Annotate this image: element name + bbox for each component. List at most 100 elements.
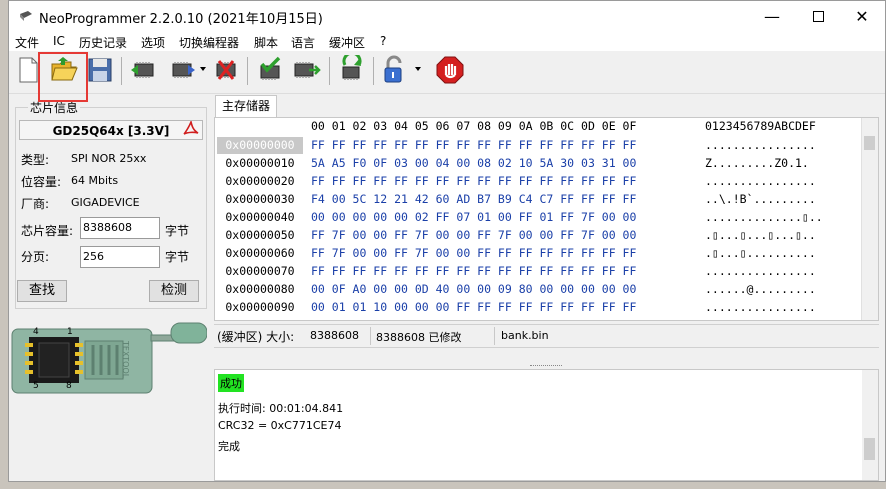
- hex-address: 0x00000070: [225, 264, 295, 278]
- hex-bytes[interactable]: 00 00 00 00 00 02 FF 07 01 00 FF 01 FF 7…: [311, 209, 636, 226]
- stop-icon[interactable]: [435, 55, 465, 85]
- log-crc: CRC32 = 0xC771CE74: [218, 419, 342, 432]
- page-size-field[interactable]: 256: [80, 246, 160, 268]
- capacity-label: 芯片容量:: [21, 224, 74, 238]
- log-output: 成功 执行时间: 00:01:04.841 CRC32 = 0xC771CE74…: [214, 369, 879, 481]
- hex-ascii[interactable]: ..\.!B`.........: [705, 191, 816, 208]
- menu-help[interactable]: ?: [380, 34, 386, 48]
- socket-image: [11, 322, 207, 394]
- hex-bytes[interactable]: FF FF FF FF FF FF FF FF FF FF FF FF FF F…: [311, 173, 636, 190]
- hex-ascii[interactable]: ................: [705, 137, 816, 154]
- title-bar: NeoProgrammer 2.2.0.10 (2021年10月15日) — ✕: [9, 1, 885, 32]
- chip-name: GD25Q64x [3.3V]: [19, 120, 203, 140]
- maximize-button[interactable]: [795, 1, 841, 32]
- menu-file[interactable]: 文件: [15, 34, 39, 51]
- hex-address: 0x00000030: [225, 192, 295, 206]
- hex-bytes[interactable]: FF 7F 00 00 FF 7F 00 00 FF FF FF FF FF F…: [311, 245, 636, 262]
- hex-ascii[interactable]: ................: [705, 263, 816, 280]
- vendor-label: 厂商:: [21, 197, 50, 211]
- capacity-field[interactable]: 8388608: [80, 217, 160, 239]
- close-icon: ✕: [855, 7, 869, 26]
- save-icon[interactable]: [85, 55, 115, 85]
- auto-icon[interactable]: [337, 55, 367, 85]
- toolbar-separator: [373, 57, 374, 85]
- log-success: 成功: [218, 374, 244, 392]
- lock-icon[interactable]: [379, 55, 409, 85]
- blank-check-icon[interactable]: [291, 55, 321, 85]
- erase-chip-icon[interactable]: [211, 55, 241, 85]
- minimize-button[interactable]: —: [749, 1, 795, 32]
- hex-scrollbar[interactable]: [861, 118, 878, 320]
- maximize-icon: [812, 11, 824, 22]
- log-exec-time: 执行时间: 00:01:04.841: [218, 402, 344, 415]
- page-unit: 字节: [165, 250, 190, 264]
- hex-address: 0x00000020: [225, 174, 295, 188]
- window-title: NeoProgrammer 2.2.0.10 (2021年10月15日): [39, 12, 323, 27]
- write-chip-icon[interactable]: [167, 55, 197, 85]
- type-value: SPI NOR 25xx: [71, 152, 147, 165]
- app-icon: [20, 11, 32, 21]
- page-label: 分页:: [21, 250, 50, 264]
- hex-bytes[interactable]: 5A A5 F0 0F 03 00 04 00 08 02 10 5A 30 0…: [311, 155, 636, 172]
- hex-bytes[interactable]: 00 0F A0 00 00 0D 40 00 00 09 80 00 00 0…: [311, 281, 636, 298]
- vendor-value: GIGADEVICE: [71, 196, 140, 209]
- hex-address: 0x00000050: [225, 228, 295, 242]
- tab-main-memory[interactable]: 主存储器: [215, 95, 277, 117]
- menu-options[interactable]: 选项: [141, 34, 165, 51]
- hex-column-header: 00 01 02 03 04 05 06 07 08 09 0A 0B 0C 0…: [311, 119, 637, 133]
- hex-ascii[interactable]: ......@.........: [705, 281, 816, 298]
- read-chip-icon[interactable]: [129, 55, 159, 85]
- verify-chip-icon[interactable]: [255, 55, 285, 85]
- app-window: NeoProgrammer 2.2.0.10 (2021年10月15日) — ✕…: [8, 0, 886, 482]
- buffer-label: (缓冲区) 大小:: [217, 330, 295, 344]
- hex-bytes[interactable]: FF FF FF FF FF FF FF FF FF FF FF FF FF F…: [311, 137, 636, 154]
- close-button[interactable]: ✕: [839, 1, 885, 32]
- socket-pin-4: 4: [33, 327, 39, 337]
- buffer-status-bar: (缓冲区) 大小: 8388608 8388608 已修改 bank.bin: [214, 324, 879, 348]
- buffer-size: 8388608: [310, 329, 359, 342]
- hex-bytes[interactable]: FF 7F 00 00 FF 7F 00 00 FF 7F 00 00 FF 7…: [311, 227, 636, 244]
- size-value: 64 Mbits: [71, 174, 119, 187]
- hex-bytes[interactable]: F4 00 5C 12 21 42 60 AD B7 B9 C4 C7 FF F…: [311, 191, 636, 208]
- menu-ic[interactable]: IC: [53, 34, 65, 48]
- menu-switch-programmer[interactable]: 切换编程器: [179, 34, 239, 51]
- socket-pin-5: 5: [33, 381, 39, 391]
- hex-ascii[interactable]: .▯...▯..........: [705, 245, 816, 262]
- buffer-file: bank.bin: [501, 329, 549, 342]
- scrollbar-thumb[interactable]: [864, 136, 875, 150]
- menu-buffer[interactable]: 缓冲区: [329, 34, 365, 51]
- toolbar: [9, 51, 885, 94]
- hex-address: 0x00000040: [225, 210, 295, 224]
- toolbar-separator: [121, 57, 122, 85]
- hex-ascii[interactable]: Z.........Z0.1.: [705, 155, 809, 172]
- find-button[interactable]: 查找: [17, 280, 67, 302]
- hex-bytes[interactable]: 00 01 01 10 00 00 00 FF FF FF FF FF FF F…: [311, 299, 636, 316]
- log-scrollbar-thumb[interactable]: [864, 438, 875, 460]
- menu-history[interactable]: 历史记录: [79, 34, 127, 51]
- toolbar-separator: [247, 57, 248, 85]
- hex-address: 0x00000000: [217, 137, 303, 154]
- pdf-datasheet-icon[interactable]: [183, 121, 199, 137]
- hex-ascii[interactable]: ..............▯..: [705, 209, 823, 226]
- chip-info-panel: 芯片信息 GD25Q64x [3.3V] 类型: SPI NOR 25xx 位容…: [9, 95, 209, 483]
- size-label: 位容量:: [21, 175, 62, 189]
- tab-main-memory-label: 主存储器: [221, 99, 270, 113]
- hex-ascii[interactable]: .▯...▯...▯...▯..: [705, 227, 816, 244]
- hex-address: 0x00000060: [225, 246, 295, 260]
- highlight-box: [38, 52, 88, 102]
- hex-address: 0x00000090: [225, 300, 295, 314]
- hex-bytes[interactable]: FF FF FF FF FF FF FF FF FF FF FF FF FF F…: [311, 263, 636, 280]
- log-scrollbar[interactable]: [862, 370, 878, 480]
- lock-dropdown-icon[interactable]: [415, 67, 421, 71]
- write-dropdown-icon[interactable]: [200, 67, 206, 71]
- detect-button[interactable]: 检测: [149, 280, 199, 302]
- toolbar-separator: [329, 57, 330, 85]
- hex-address: 0x00000010: [225, 156, 295, 170]
- log-done: 完成: [218, 440, 240, 453]
- menu-script[interactable]: 脚本: [254, 34, 278, 51]
- hex-editor[interactable]: 00 01 02 03 04 05 06 07 08 09 0A 0B 0C 0…: [214, 117, 879, 321]
- hex-ascii[interactable]: ................: [705, 299, 816, 316]
- menu-language[interactable]: 语言: [291, 34, 315, 51]
- hex-ascii[interactable]: ................: [705, 173, 816, 190]
- minimize-icon: —: [764, 7, 780, 26]
